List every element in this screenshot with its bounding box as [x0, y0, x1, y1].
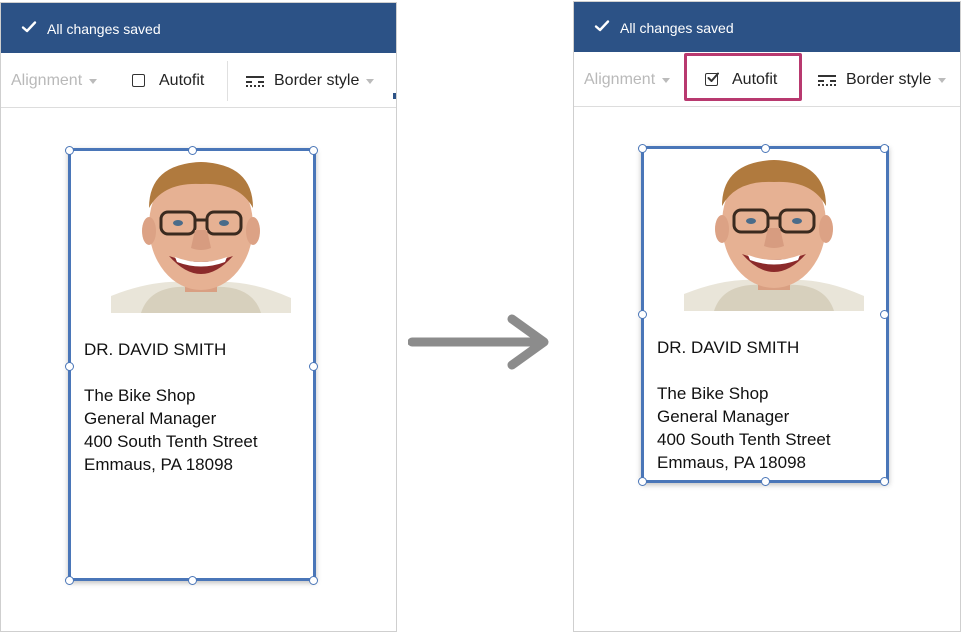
save-status-bar: All changes saved: [1, 3, 396, 53]
border-style-icon: [246, 75, 264, 87]
resize-handle[interactable]: [880, 477, 889, 486]
card-text: DR. DAVID SMITH The Bike Shop General Ma…: [657, 336, 831, 474]
resize-handle[interactable]: [880, 144, 889, 153]
check-icon: [594, 20, 610, 32]
alignment-label: Alignment: [11, 71, 83, 89]
address-line: Emmaus, PA 18098: [657, 453, 806, 472]
save-status-text: All changes saved: [620, 20, 734, 36]
address-line: General Manager: [84, 409, 217, 428]
alignment-icon: [573, 73, 574, 87]
border-style-label: Border style: [846, 70, 932, 88]
chevron-down-icon: [662, 78, 671, 83]
before-editor-panel: All changes saved Alignment Autofit Bord…: [0, 2, 397, 632]
chevron-down-icon: [89, 79, 98, 84]
toolbar-divider: [227, 61, 228, 101]
chevron-down-icon: [366, 79, 375, 84]
card-text: DR. DAVID SMITH The Bike Shop General Ma…: [84, 338, 258, 476]
resize-handle[interactable]: [638, 144, 647, 153]
border-style-icon: [818, 74, 836, 86]
resize-handle[interactable]: [880, 310, 889, 319]
address-line: The Bike Shop: [657, 384, 769, 403]
resize-handle[interactable]: [761, 144, 770, 153]
checkbox-checked-icon[interactable]: [705, 72, 719, 86]
address-line: General Manager: [657, 407, 790, 426]
address-card[interactable]: DR. DAVID SMITH The Bike Shop General Ma…: [641, 146, 889, 483]
resize-handle[interactable]: [309, 576, 318, 585]
autofit-toggle[interactable]: Autofit: [132, 53, 204, 108]
autofit-label: Autofit: [159, 71, 205, 89]
save-status-bar: All changes saved: [574, 2, 960, 52]
after-editor-panel: All changes saved Alignment Autofit Bord…: [573, 1, 961, 632]
address-line: The Bike Shop: [84, 386, 196, 405]
alignment-dropdown[interactable]: Alignment: [573, 52, 671, 107]
alignment-label: Alignment: [584, 70, 656, 88]
resize-handle[interactable]: [638, 477, 647, 486]
resize-handle[interactable]: [309, 362, 318, 371]
border-style-label: Border style: [274, 71, 360, 89]
border-style-dropdown[interactable]: Border style: [818, 52, 947, 107]
scroll-indicator: [393, 93, 396, 99]
border-style-dropdown[interactable]: Border style: [246, 53, 375, 108]
address-card[interactable]: DR. DAVID SMITH The Bike Shop General Ma…: [68, 148, 316, 581]
contact-name: DR. DAVID SMITH: [657, 338, 800, 357]
resize-handle[interactable]: [65, 576, 74, 585]
check-icon: [21, 21, 37, 33]
resize-handle[interactable]: [188, 146, 197, 155]
profile-photo: [111, 156, 291, 313]
alignment-dropdown[interactable]: Alignment: [0, 53, 98, 108]
profile-photo: [684, 154, 864, 311]
contact-name: DR. DAVID SMITH: [84, 340, 227, 359]
autofit-label: Autofit: [732, 70, 778, 88]
right-arrow-icon: [408, 314, 549, 370]
resize-handle[interactable]: [188, 576, 197, 585]
resize-handle[interactable]: [638, 310, 647, 319]
resize-handle[interactable]: [65, 146, 74, 155]
resize-handle[interactable]: [309, 146, 318, 155]
resize-handle[interactable]: [65, 362, 74, 371]
resize-handle[interactable]: [761, 477, 770, 486]
alignment-icon: [0, 74, 1, 88]
toolbar: Alignment Autofit Border style: [574, 52, 960, 107]
save-status-text: All changes saved: [47, 21, 161, 37]
address-line: Emmaus, PA 18098: [84, 455, 233, 474]
toolbar: Alignment Autofit Border style: [1, 53, 396, 108]
address-line: 400 South Tenth Street: [657, 430, 831, 449]
checkbox-empty-icon[interactable]: [132, 74, 145, 87]
chevron-down-icon: [938, 78, 947, 83]
address-line: 400 South Tenth Street: [84, 432, 258, 451]
autofit-toggle[interactable]: Autofit: [705, 52, 777, 107]
